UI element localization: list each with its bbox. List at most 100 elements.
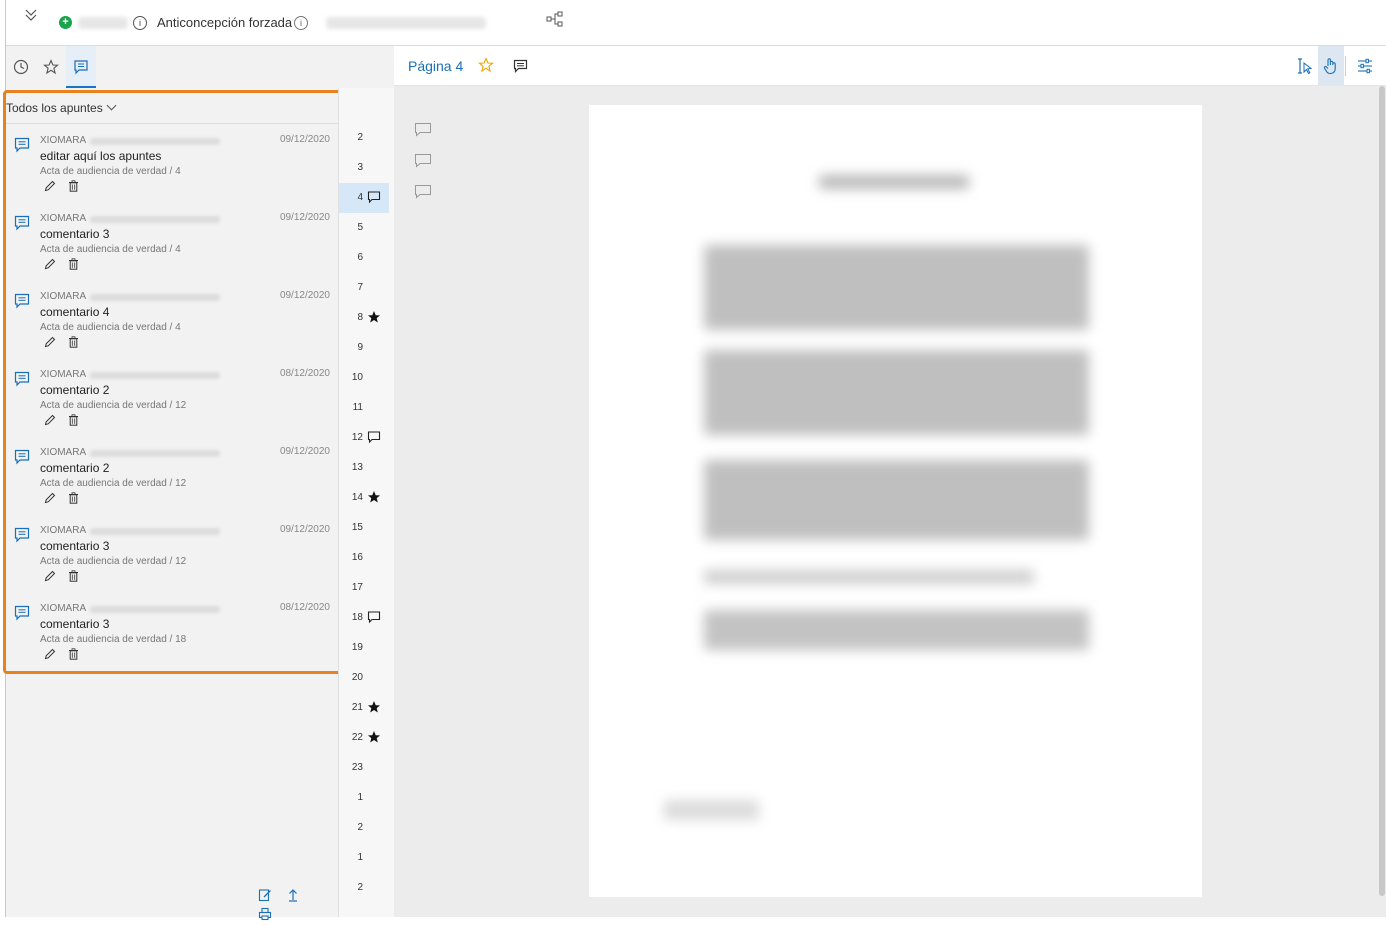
text-select-tool[interactable]: [1292, 46, 1318, 86]
edit-document-icon[interactable]: [258, 888, 274, 904]
page-index: 2 3 4 5 6 7 8 9 10 11 12 13 14 15 16 17 18 19 20 21 22 23 1 2 1 2: [338, 88, 394, 917]
note-source[interactable]: Acta de audiencia de verdad / 12: [40, 400, 186, 411]
page-index-row[interactable]: 12: [339, 423, 389, 453]
note-source[interactable]: Acta de audiencia de verdad / 18: [40, 634, 186, 645]
margin-comment-icon[interactable]: [414, 122, 432, 137]
redacted-author-detail: [90, 450, 220, 457]
hand-tool[interactable]: [1318, 46, 1344, 86]
pencil-icon[interactable]: [44, 414, 56, 426]
page-index-row[interactable]: 2: [339, 873, 389, 903]
left-panel-tabs: [6, 46, 338, 88]
page-index-row[interactable]: 10: [339, 363, 389, 393]
note-text[interactable]: comentario 4: [40, 305, 109, 319]
page-index-row[interactable]: 15: [339, 513, 389, 543]
page-index-row[interactable]: 14: [339, 483, 389, 513]
redacted-field: [78, 17, 128, 29]
favorite-star-icon[interactable]: [478, 57, 494, 73]
tab-notes[interactable]: [66, 46, 96, 88]
page-index-row[interactable]: 20: [339, 663, 389, 693]
note-source[interactable]: Acta de audiencia de verdad / 12: [40, 556, 186, 567]
trash-icon[interactable]: [68, 258, 79, 270]
page-index-row[interactable]: 1: [339, 783, 389, 813]
view-settings-button[interactable]: [1352, 46, 1378, 86]
page-index-row[interactable]: 8: [339, 303, 389, 333]
note-item[interactable]: XIOMARA 09/12/2020 comentario 3 Acta de aud…: [6, 517, 340, 595]
page-index-row[interactable]: 13: [339, 453, 389, 483]
trash-icon[interactable]: [68, 180, 79, 192]
title-info-icon[interactable]: i: [294, 16, 308, 30]
tab-history[interactable]: [6, 46, 36, 88]
left-panel: Todos los apuntes XIOMARA 09/12/2020 edita…: [3, 46, 343, 921]
tab-favorites[interactable]: [36, 46, 66, 88]
page-index-row[interactable]: 2: [339, 813, 389, 843]
print-icon[interactable]: [258, 907, 274, 923]
pencil-icon[interactable]: [44, 180, 56, 192]
note-item[interactable]: XIOMARA 09/12/2020 comentario 2 Acta de aud…: [6, 439, 340, 517]
note-text[interactable]: editar aquí los apuntes: [40, 149, 161, 163]
page-index-row[interactable]: 11: [339, 393, 389, 423]
note-item[interactable]: XIOMARA 09/12/2020 editar aquí los apuntes…: [6, 127, 340, 205]
page-index-row[interactable]: 7: [339, 273, 389, 303]
redacted-author-detail: [90, 606, 220, 613]
note-source[interactable]: Acta de audiencia de verdad / 4: [40, 166, 181, 177]
export-icon[interactable]: [286, 888, 302, 904]
note-text[interactable]: comentario 3: [40, 227, 109, 241]
note-author: XIOMARA: [40, 369, 87, 380]
trash-icon[interactable]: [68, 492, 79, 504]
note-author: XIOMARA: [40, 135, 87, 146]
page-index-row[interactable]: 2: [339, 123, 389, 153]
document-page[interactable]: [589, 105, 1202, 897]
redacted-author-detail: [90, 138, 220, 145]
trash-icon[interactable]: [68, 336, 79, 348]
margin-comment-icon[interactable]: [414, 184, 432, 199]
note-source[interactable]: Acta de audiencia de verdad / 4: [40, 322, 181, 333]
page-number: 8: [357, 312, 363, 323]
page-index-row[interactable]: 17: [339, 573, 389, 603]
double-chevron-down-icon[interactable]: [23, 7, 39, 23]
pencil-icon[interactable]: [44, 648, 56, 660]
note-item[interactable]: XIOMARA 09/12/2020 comentario 4 Acta de aud…: [6, 283, 340, 361]
trash-icon[interactable]: [68, 648, 79, 660]
note-item[interactable]: XIOMARA 08/12/2020 comentario 2 Acta de aud…: [6, 361, 340, 439]
page-index-row[interactable]: 21: [339, 693, 389, 723]
viewer-scrollbar[interactable]: [1378, 86, 1386, 897]
note-item[interactable]: XIOMARA 09/12/2020 comentario 3 Acta de aud…: [6, 205, 340, 283]
page-index-row[interactable]: 4: [339, 183, 389, 213]
document-title: Anticoncepción forzada: [157, 15, 293, 30]
note-text[interactable]: comentario 3: [40, 539, 109, 553]
note-text[interactable]: comentario 2: [40, 461, 109, 475]
page-index-row[interactable]: 5: [339, 213, 389, 243]
trash-icon[interactable]: [68, 570, 79, 582]
trash-icon[interactable]: [68, 414, 79, 426]
page-index-row[interactable]: 18: [339, 603, 389, 633]
add-icon[interactable]: +: [59, 16, 72, 29]
star-filled-icon: [368, 731, 380, 743]
note-source[interactable]: Acta de audiencia de verdad / 12: [40, 478, 186, 489]
page-index-row[interactable]: 9: [339, 333, 389, 363]
pencil-icon[interactable]: [44, 258, 56, 270]
page-number: 14: [351, 492, 363, 503]
page-number: 7: [357, 282, 363, 293]
page-index-row[interactable]: 3: [339, 153, 389, 183]
note-text[interactable]: comentario 3: [40, 617, 109, 631]
note-author: XIOMARA: [40, 213, 87, 224]
note-item[interactable]: XIOMARA 08/12/2020 comentario 3 Acta de aud…: [6, 595, 340, 673]
page-index-row[interactable]: 22: [339, 723, 389, 753]
pencil-icon[interactable]: [44, 336, 56, 348]
pencil-icon[interactable]: [44, 492, 56, 504]
page-index-row[interactable]: 19: [339, 633, 389, 663]
page-index-row[interactable]: 6: [339, 243, 389, 273]
note-source[interactable]: Acta de audiencia de verdad / 4: [40, 244, 181, 255]
scrollbar-thumb[interactable]: [1379, 86, 1385, 896]
pencil-icon[interactable]: [44, 570, 56, 582]
margin-comment-icon[interactable]: [414, 153, 432, 168]
page-index-row[interactable]: 16: [339, 543, 389, 573]
add-note-icon[interactable]: [513, 59, 528, 73]
page-index-row[interactable]: 23: [339, 753, 389, 783]
notes-filter-dropdown[interactable]: Todos los apuntes: [6, 100, 117, 115]
note-text[interactable]: comentario 2: [40, 383, 109, 397]
hierarchy-icon[interactable]: [546, 11, 564, 27]
page-index-row[interactable]: 1: [339, 843, 389, 873]
info-icon[interactable]: i: [133, 16, 147, 30]
note-date: 08/12/2020: [279, 602, 330, 613]
